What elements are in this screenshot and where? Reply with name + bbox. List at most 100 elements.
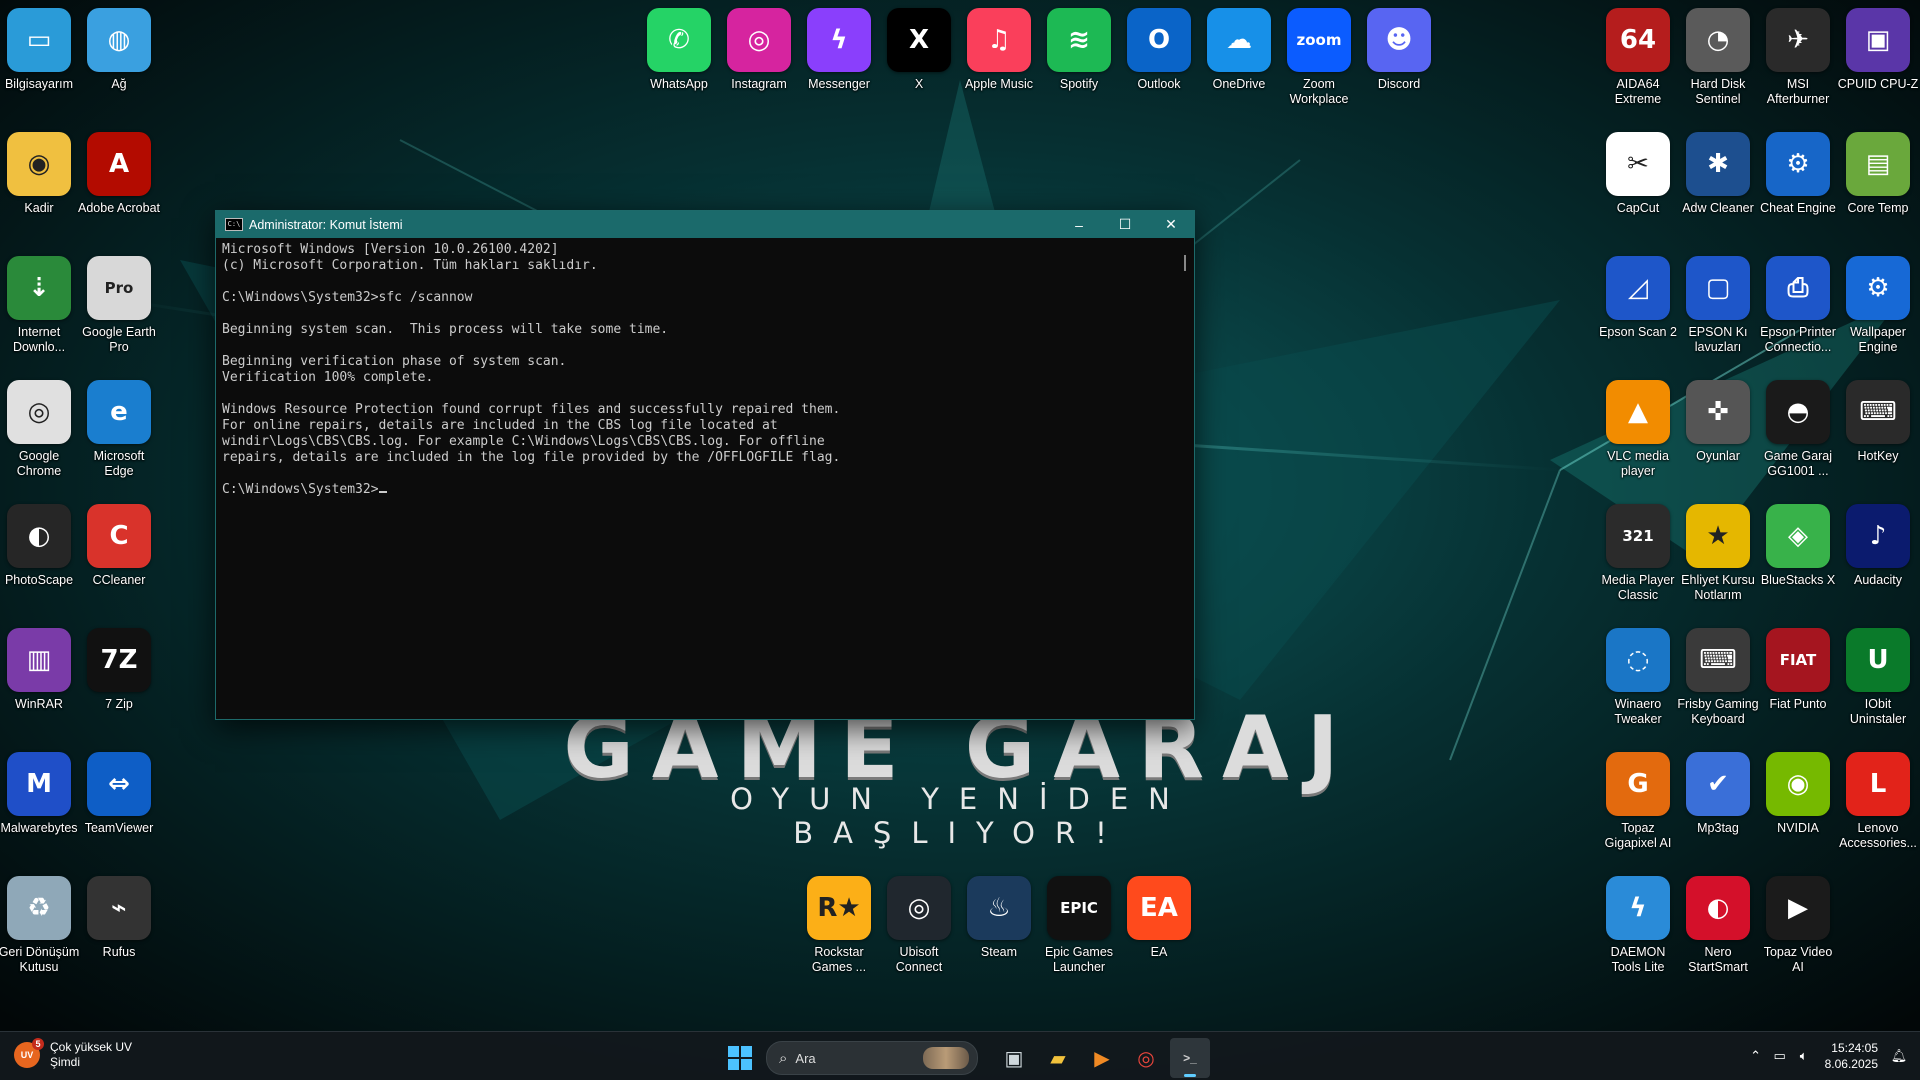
desktop-shortcut[interactable]: ✱ Adw Cleaner bbox=[1678, 132, 1758, 216]
hotkey-icon: ⌨ bbox=[1846, 380, 1910, 444]
desktop-shortcut[interactable]: ✆ WhatsApp bbox=[639, 8, 719, 92]
desktop-shortcut-label: Rockstar Games ... bbox=[811, 945, 867, 974]
desktop-shortcut-label: Bilgisayarım bbox=[4, 77, 74, 91]
command-prompt-icon: C:\ bbox=[225, 218, 243, 231]
desktop-shortcut[interactable]: ◔ Hard Disk Sentinel bbox=[1678, 8, 1758, 107]
desktop-shortcut[interactable]: A Adobe Acrobat bbox=[78, 132, 160, 216]
desktop-shortcut[interactable]: ⌁ Rufus bbox=[79, 876, 159, 960]
desktop-shortcut-label: Ehliyet Kursu Notlarım bbox=[1681, 573, 1755, 602]
close-button[interactable]: ✕ bbox=[1148, 211, 1194, 238]
desktop-shortcut[interactable]: ♫ Apple Music bbox=[959, 8, 1039, 92]
desktop-shortcut[interactable]: ☁ OneDrive bbox=[1199, 8, 1279, 92]
winrar-icon: ▥ bbox=[7, 628, 71, 692]
ea-icon: EA bbox=[1127, 876, 1191, 940]
desktop-shortcut[interactable]: G Topaz Gigapixel AI bbox=[1598, 752, 1678, 851]
desktop-shortcut[interactable]: ⌨ HotKey bbox=[1838, 380, 1918, 464]
desktop-shortcut[interactable]: ♨ Steam bbox=[959, 876, 1039, 960]
desktop-shortcut[interactable]: e Microsoft Edge bbox=[79, 380, 159, 479]
terminal-taskbar-button[interactable]: >_ bbox=[1170, 1038, 1210, 1078]
core-temp-icon: ▤ bbox=[1846, 132, 1910, 196]
desktop-shortcut[interactable]: ▢ EPSON Kı lavuzları bbox=[1678, 256, 1758, 355]
console-output[interactable]: Microsoft Windows [Version 10.0.26100.42… bbox=[216, 238, 1194, 502]
desktop-shortcut[interactable]: 64 AIDA64 Extreme bbox=[1598, 8, 1678, 107]
desktop-shortcut[interactable]: ☻ Discord bbox=[1359, 8, 1439, 92]
desktop-shortcut[interactable]: ⇔ TeamViewer bbox=[79, 752, 159, 836]
desktop-shortcut-label: Core Temp bbox=[1847, 201, 1909, 215]
minimize-button[interactable]: – bbox=[1056, 211, 1102, 238]
desktop-shortcut-label: EPSON Kı lavuzları bbox=[1688, 325, 1748, 354]
desktop-shortcut-label: Google Earth Pro bbox=[82, 325, 156, 354]
desktop-shortcut[interactable]: ⇣ Internet Downlo... bbox=[0, 256, 79, 355]
desktop-shortcut[interactable]: ◓ Game Garaj GG1001 ... bbox=[1758, 380, 1838, 479]
desktop-shortcut-label: MSI Afterburner bbox=[1766, 77, 1830, 106]
desktop-shortcut[interactable]: ✔ Mp3tag bbox=[1678, 752, 1758, 836]
desktop-shortcut[interactable]: C CCleaner bbox=[79, 504, 159, 588]
desktop-shortcut[interactable]: ▭ Bilgisayarım bbox=[0, 8, 79, 92]
desktop-shortcut[interactable]: 321 Media Player Classic bbox=[1598, 504, 1678, 603]
desktop-shortcut[interactable]: ◌ Winaero Tweaker bbox=[1598, 628, 1678, 727]
file-explorer-taskbar-button[interactable]: ▰ bbox=[1038, 1038, 1078, 1078]
window-titlebar[interactable]: C:\ Administrator: Komut İstemi – ☐ ✕ bbox=[216, 211, 1194, 238]
msi-afterburner-icon: ✈ bbox=[1766, 8, 1830, 72]
desktop-shortcut[interactable]: ◎ Google Chrome bbox=[0, 380, 79, 479]
desktop-shortcut[interactable]: Pro Google Earth Pro bbox=[79, 256, 159, 355]
desktop-shortcut[interactable]: ★ Ehliyet Kursu Notlarım bbox=[1678, 504, 1758, 603]
desktop-shortcut[interactable]: ⚙ Cheat Engine bbox=[1758, 132, 1838, 216]
chevron-up-icon[interactable]: ⌃ bbox=[1745, 1048, 1767, 1064]
desktop-shortcut[interactable]: EA EA bbox=[1119, 876, 1199, 960]
desktop-shortcut[interactable]: ◎ Ubisoft Connect bbox=[879, 876, 959, 975]
desktop-shortcut[interactable]: ◍ Ağ bbox=[79, 8, 159, 92]
clock[interactable]: 15:24:05 8.06.2025 bbox=[1825, 1040, 1878, 1072]
desktop-shortcut[interactable]: ▲ VLC media player bbox=[1598, 380, 1678, 479]
desktop-shortcut[interactable]: R★ Rockstar Games ... bbox=[799, 876, 879, 975]
desktop-shortcut[interactable]: ◉ Kadir bbox=[0, 132, 79, 216]
media-player-taskbar-button[interactable]: ▶ bbox=[1082, 1038, 1122, 1078]
desktop-shortcut[interactable]: FIAT Fiat Punto bbox=[1758, 628, 1838, 712]
desktop-shortcut[interactable]: ♪ Audacity bbox=[1838, 504, 1918, 588]
desktop-shortcut[interactable]: U IObit Uninstaler bbox=[1838, 628, 1918, 727]
maximize-button[interactable]: ☐ bbox=[1102, 211, 1148, 238]
volume-icon[interactable]: 🔈︎ bbox=[1793, 1048, 1815, 1064]
desktop-shortcut[interactable]: ϟ Messenger bbox=[799, 8, 879, 92]
desktop-shortcut[interactable]: zoom Zoom Workplace bbox=[1279, 8, 1359, 107]
desktop-shortcut[interactable]: XX bbox=[879, 8, 959, 92]
desktop-shortcut[interactable]: 7Z 7 Zip bbox=[79, 628, 159, 712]
desktop-shortcut[interactable]: ✜ Oyunlar bbox=[1678, 380, 1758, 464]
weather-widget[interactable]: UV 5 Çok yüksek UV Şimdi bbox=[14, 1038, 132, 1070]
vlc-icon: ▲ bbox=[1606, 380, 1670, 444]
desktop-shortcut[interactable]: ◈ BlueStacks X bbox=[1758, 504, 1838, 588]
task-view-taskbar-button[interactable]: ▣ bbox=[994, 1038, 1034, 1078]
desktop-shortcut[interactable]: ◐ PhotoScape bbox=[0, 504, 79, 588]
clock-time: 15:24:05 bbox=[1831, 1041, 1878, 1055]
desktop-shortcut[interactable]: M Malwarebytes bbox=[0, 752, 79, 836]
wallpaper-engine-icon: ⚙ bbox=[1846, 256, 1910, 320]
desktop-shortcut[interactable]: ◉ NVIDIA bbox=[1758, 752, 1838, 836]
console-scrollbar[interactable] bbox=[1184, 255, 1186, 271]
desktop-shortcut[interactable]: ✈ MSI Afterburner bbox=[1758, 8, 1838, 107]
desktop-shortcut[interactable]: ▶ Topaz Video AI bbox=[1758, 876, 1838, 975]
desktop-shortcut[interactable]: ♻ Geri Dönüşüm Kutusu bbox=[0, 876, 79, 975]
desktop-shortcut[interactable]: ϟ DAEMON Tools Lite bbox=[1598, 876, 1678, 975]
desktop-shortcut[interactable]: ✂ CapCut bbox=[1598, 132, 1678, 216]
desktop-shortcut[interactable]: ◿ Epson Scan 2 bbox=[1598, 256, 1678, 340]
desktop-shortcut[interactable]: EPIC Epic Games Launcher bbox=[1039, 876, 1119, 975]
desktop-shortcut[interactable]: ◐ Nero StartSmart bbox=[1678, 876, 1758, 975]
desktop-shortcut[interactable]: ⎙ Epson Printer Connectio... bbox=[1758, 256, 1838, 355]
desktop-shortcut[interactable]: ◎ Instagram bbox=[719, 8, 799, 92]
desktop-shortcut[interactable]: ▥ WinRAR bbox=[0, 628, 79, 712]
desktop-shortcut[interactable]: L Lenovo Accessories... bbox=[1838, 752, 1918, 851]
desktop-shortcut[interactable]: ▣ CPUID CPU-Z bbox=[1838, 8, 1918, 92]
notification-bell-icon[interactable]: 🔔︎ bbox=[1888, 1048, 1910, 1064]
desktop-shortcut[interactable]: ⚙ Wallpaper Engine bbox=[1838, 256, 1918, 355]
desktop-shortcut-label: WinRAR bbox=[15, 697, 63, 711]
command-prompt-window[interactable]: C:\ Administrator: Komut İstemi – ☐ ✕ Mi… bbox=[215, 210, 1195, 720]
network-icon[interactable]: ▭ bbox=[1769, 1048, 1791, 1064]
desktop-shortcut[interactable]: ⌨ Frisby Gaming Keyboard bbox=[1677, 628, 1759, 727]
start-button[interactable] bbox=[722, 1040, 758, 1076]
desktop-shortcut[interactable]: ≋ Spotify bbox=[1039, 8, 1119, 92]
desktop-shortcut[interactable]: ▤ Core Temp bbox=[1838, 132, 1918, 216]
fiat-icon: FIAT bbox=[1766, 628, 1830, 692]
chrome-taskbar-button[interactable]: ◎ bbox=[1126, 1038, 1166, 1078]
desktop-shortcut[interactable]: O Outlook bbox=[1119, 8, 1199, 92]
taskbar-search[interactable]: ⌕ Ara bbox=[766, 1041, 978, 1075]
